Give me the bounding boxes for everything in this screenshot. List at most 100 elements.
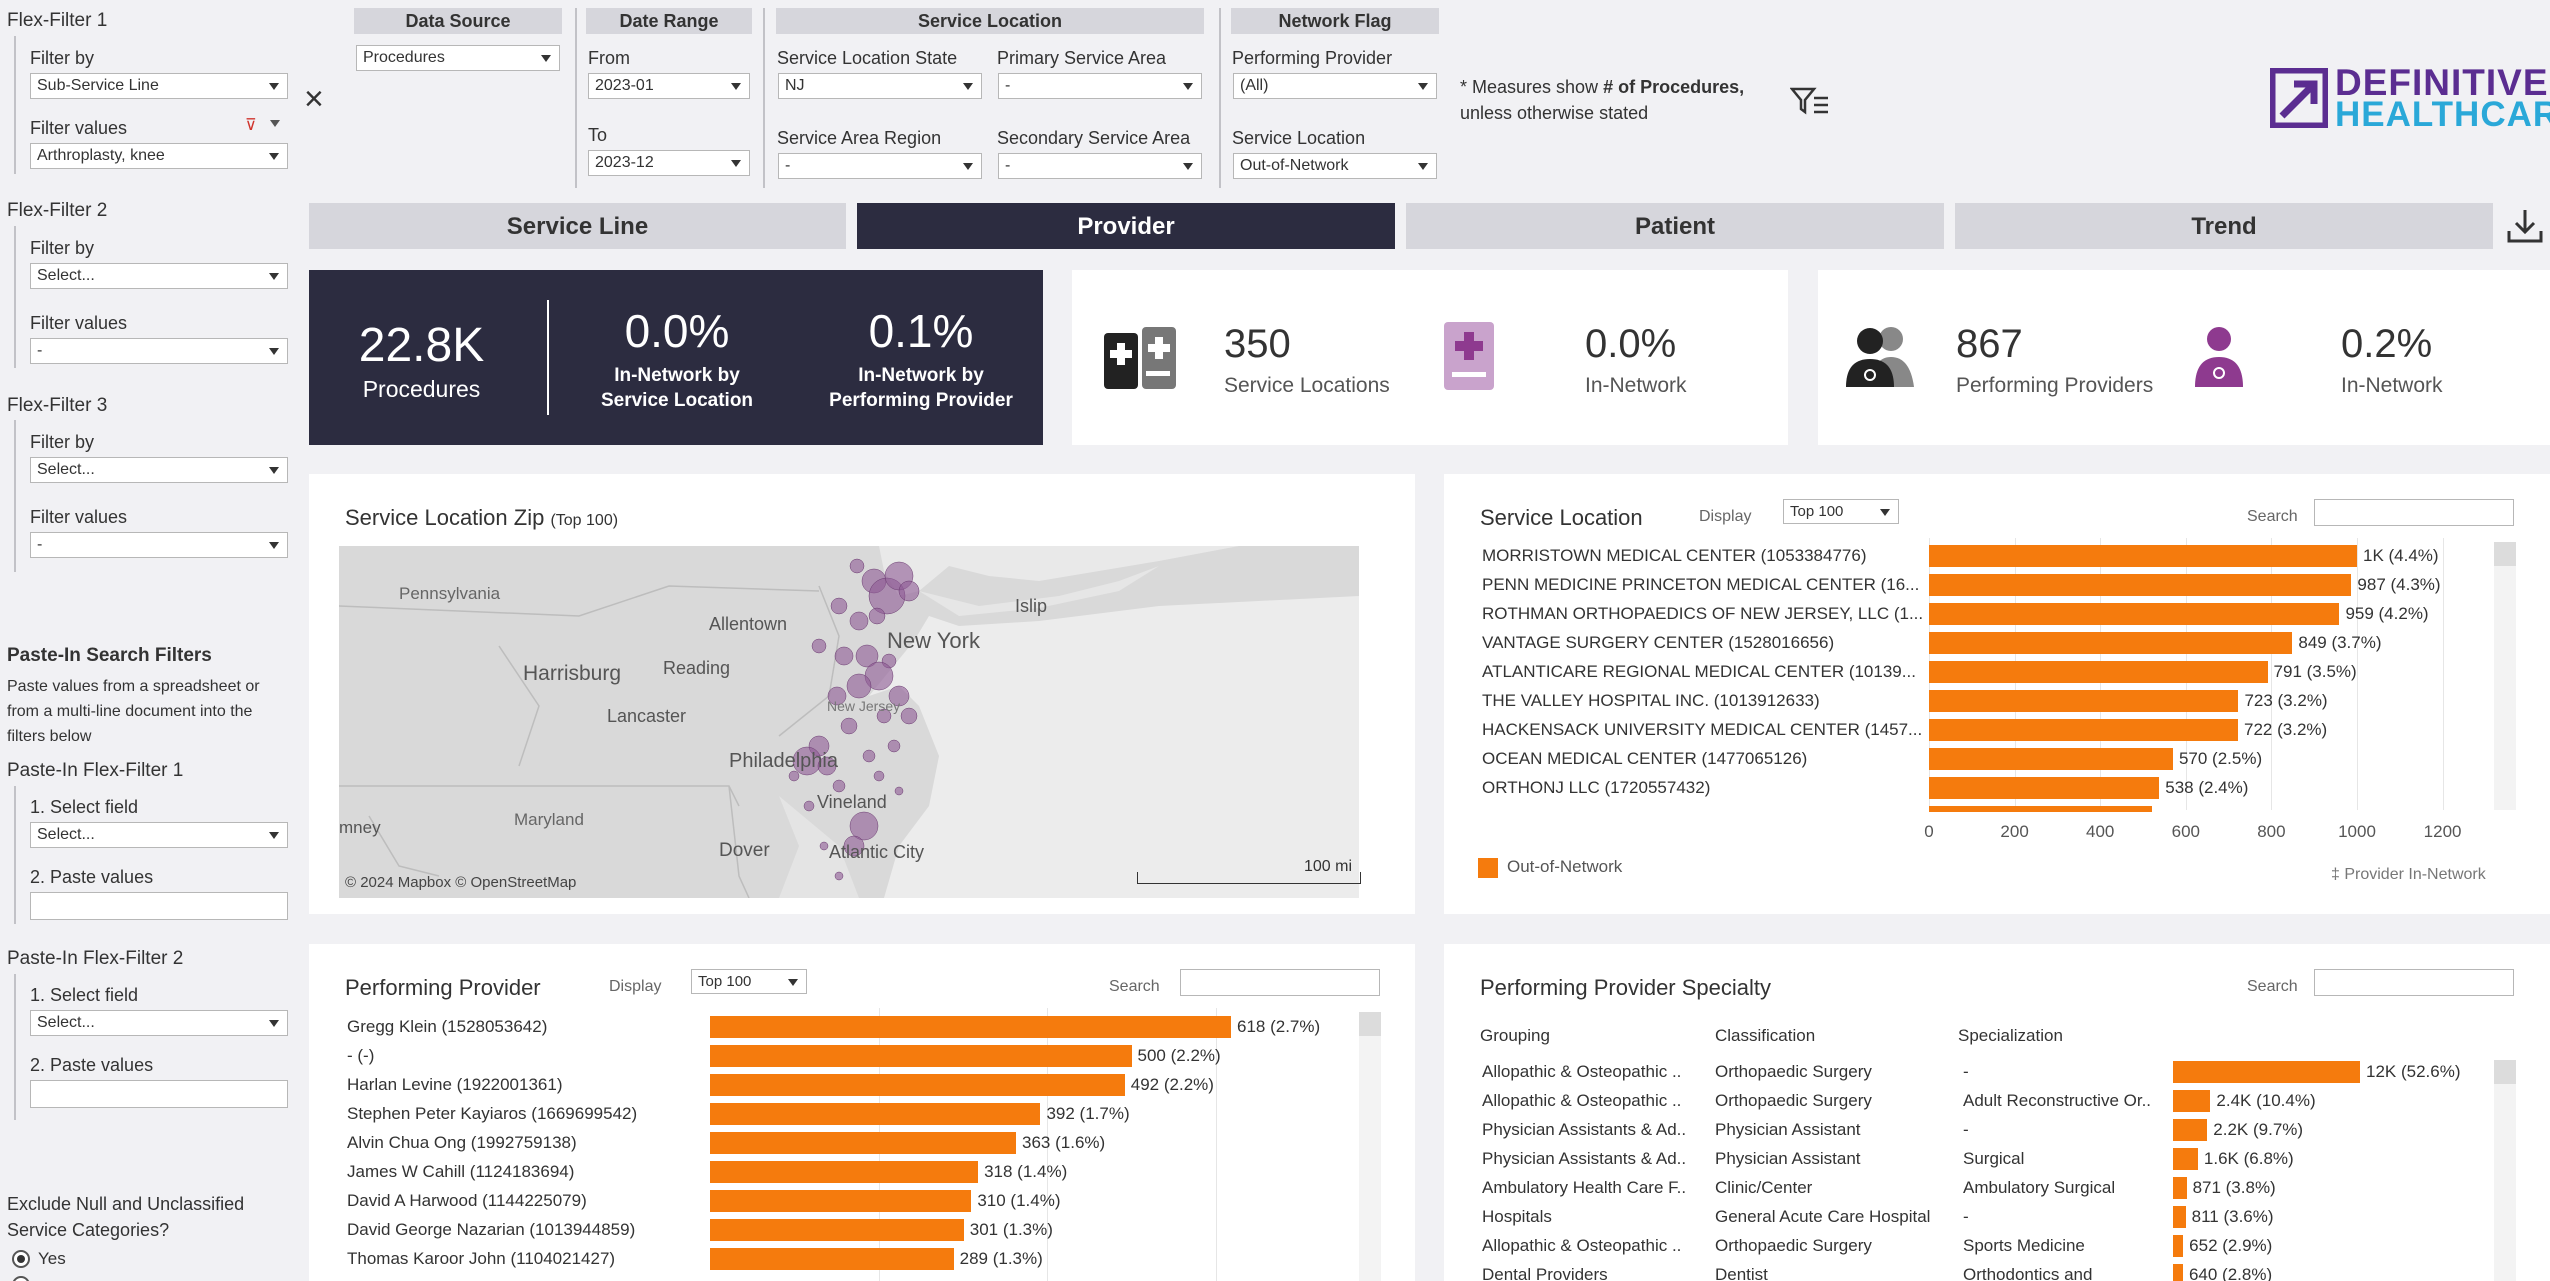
bar[interactable] xyxy=(2173,1206,2186,1228)
filter-list-icon[interactable] xyxy=(1790,86,1830,118)
bar[interactable] xyxy=(2173,1148,2198,1170)
bar[interactable] xyxy=(2173,1090,2211,1112)
bar-partial[interactable] xyxy=(1929,806,2152,812)
paste-values-input[interactable] xyxy=(30,1080,288,1108)
psa-select[interactable]: - xyxy=(998,73,1202,99)
scrollbar-thumb[interactable] xyxy=(2494,1060,2516,1084)
map-label: Philadelphia xyxy=(729,750,838,772)
bar[interactable] xyxy=(710,1016,1231,1038)
legend-swatch xyxy=(1478,858,1498,878)
bar-value-label: 640 (2.8%) xyxy=(2188,1265,2273,1281)
legend-label: Out-of-Network xyxy=(1507,857,1623,876)
bar[interactable] xyxy=(710,1132,1017,1154)
filter-values-select[interactable]: - xyxy=(30,532,288,558)
tab-trend[interactable]: Trend xyxy=(1955,203,2493,249)
filter-by-select[interactable]: Select... xyxy=(30,457,288,483)
ssa-select[interactable]: - xyxy=(998,153,1202,179)
classification-cell: General Acute Care Hospital xyxy=(1715,1207,1931,1226)
scrollbar[interactable] xyxy=(2494,542,2516,810)
performing-provider-select[interactable]: (All) xyxy=(1233,73,1437,99)
from-select[interactable]: 2023-01 xyxy=(588,73,750,99)
bar[interactable] xyxy=(1929,632,2293,654)
bar-value-label: 618 (2.7%) xyxy=(1237,1017,1321,1036)
flex-filter-title: Flex-Filter 2 xyxy=(7,200,108,221)
download-icon[interactable] xyxy=(2505,207,2545,245)
close-icon[interactable]: × xyxy=(304,82,324,116)
category-label: ORTHONJ LLC (1720557432) xyxy=(1482,778,1711,797)
chevron-down-icon xyxy=(963,163,973,170)
state-select[interactable]: NJ xyxy=(778,73,982,99)
scrollbar[interactable] xyxy=(2494,1060,2516,1281)
specialization-cell: Orthodontics and xyxy=(1963,1265,2093,1281)
in-network-pp-value: 0.1% xyxy=(868,305,974,357)
service-location-label: Service Location xyxy=(1232,128,1366,148)
radio-no[interactable] xyxy=(12,1276,30,1281)
footer-note: ‡ Provider In-Network xyxy=(2331,866,2486,883)
specialization-cell: Sports Medicine xyxy=(1963,1236,2085,1255)
providers-kpi-panel: 867 Performing Providers 0.2% In-Network xyxy=(1818,270,2550,445)
pp-count-value: 867 xyxy=(1956,322,2023,366)
bar-value-label: 849 (3.7%) xyxy=(2298,633,2382,652)
bar[interactable] xyxy=(710,1219,964,1241)
data-source-select[interactable]: Procedures xyxy=(356,45,560,71)
bar[interactable] xyxy=(1929,719,2239,741)
tab-provider[interactable]: Provider xyxy=(857,203,1395,249)
bar[interactable] xyxy=(1929,545,2357,567)
bar[interactable] xyxy=(1929,748,2173,770)
select-field-select[interactable]: Select... xyxy=(30,822,288,848)
clear-filter-icon[interactable]: ⊽ xyxy=(245,115,257,135)
bar[interactable] xyxy=(2173,1235,2184,1257)
scrollbar[interactable] xyxy=(1359,1012,1381,1281)
bar[interactable] xyxy=(710,1248,954,1270)
bar[interactable] xyxy=(2173,1119,2208,1141)
map-label: Lancaster xyxy=(607,706,687,726)
grouping-cell: Ambulatory Health Care F.. xyxy=(1482,1178,1687,1197)
sl-count-value: 350 xyxy=(1224,322,1291,366)
bar[interactable] xyxy=(1929,777,2160,799)
select-value: Select... xyxy=(37,461,95,478)
bar[interactable] xyxy=(2173,1061,2360,1083)
data-source-header: Data Source xyxy=(354,8,562,34)
select-value: Select... xyxy=(37,1014,95,1031)
filter-by-select[interactable]: Select... xyxy=(30,263,288,289)
bar[interactable] xyxy=(2173,1177,2187,1199)
bar[interactable] xyxy=(710,1045,1132,1067)
select-field-select[interactable]: Select... xyxy=(30,1010,288,1036)
specialization-cell: Ambulatory Surgical xyxy=(1963,1178,2116,1197)
filter-values-select[interactable]: Arthroplasty, knee xyxy=(30,143,288,169)
tab-patient[interactable]: Patient xyxy=(1406,203,1944,249)
bar[interactable] xyxy=(710,1161,979,1183)
bar[interactable] xyxy=(710,1074,1125,1096)
scrollbar-thumb[interactable] xyxy=(2494,542,2516,566)
bar[interactable] xyxy=(1929,574,2352,596)
bar[interactable] xyxy=(1929,690,2239,712)
radio-yes[interactable] xyxy=(12,1250,30,1268)
region-select[interactable]: - xyxy=(778,153,982,179)
bar[interactable] xyxy=(1929,603,2340,625)
paste-values-input[interactable] xyxy=(30,892,288,920)
specialty-chart: Allopathic & Osteopathic .. Orthopaedic S… xyxy=(1444,944,2550,1281)
to-select[interactable]: 2023-12 xyxy=(588,150,750,176)
bar[interactable] xyxy=(1929,661,2268,683)
bar-value-label: 289 (1.3%) xyxy=(959,1249,1043,1268)
flex-filter-title: Flex-Filter 3 xyxy=(7,395,108,416)
select-field-label: 1. Select field xyxy=(30,985,139,1005)
map-label: Vineland xyxy=(817,792,887,812)
bar[interactable] xyxy=(2173,1264,2183,1281)
chevron-down-icon xyxy=(1183,163,1193,170)
scrollbar-thumb[interactable] xyxy=(1359,1012,1381,1036)
dropdown-arrow-icon[interactable] xyxy=(270,120,280,127)
bar[interactable] xyxy=(710,1103,1041,1125)
bar-value-label: 301 (1.3%) xyxy=(969,1220,1053,1239)
category-label: Gregg Klein (1528053642) xyxy=(347,1017,548,1036)
category-label: Thomas Karoor John (1104021427) xyxy=(347,1249,616,1268)
filter-by-select[interactable]: Sub-Service Line xyxy=(30,73,288,99)
service-location-select[interactable]: Out-of-Network xyxy=(1233,153,1437,179)
filter-values-select[interactable]: - xyxy=(30,338,288,364)
to-label: To xyxy=(588,125,608,145)
tab-service-line[interactable]: Service Line xyxy=(309,203,846,249)
sl-in-network-value: 0.0% xyxy=(1585,322,1677,366)
chevron-down-icon xyxy=(963,83,973,90)
bar-value-label: 318 (1.4%) xyxy=(984,1162,1068,1181)
bar[interactable] xyxy=(710,1190,972,1212)
